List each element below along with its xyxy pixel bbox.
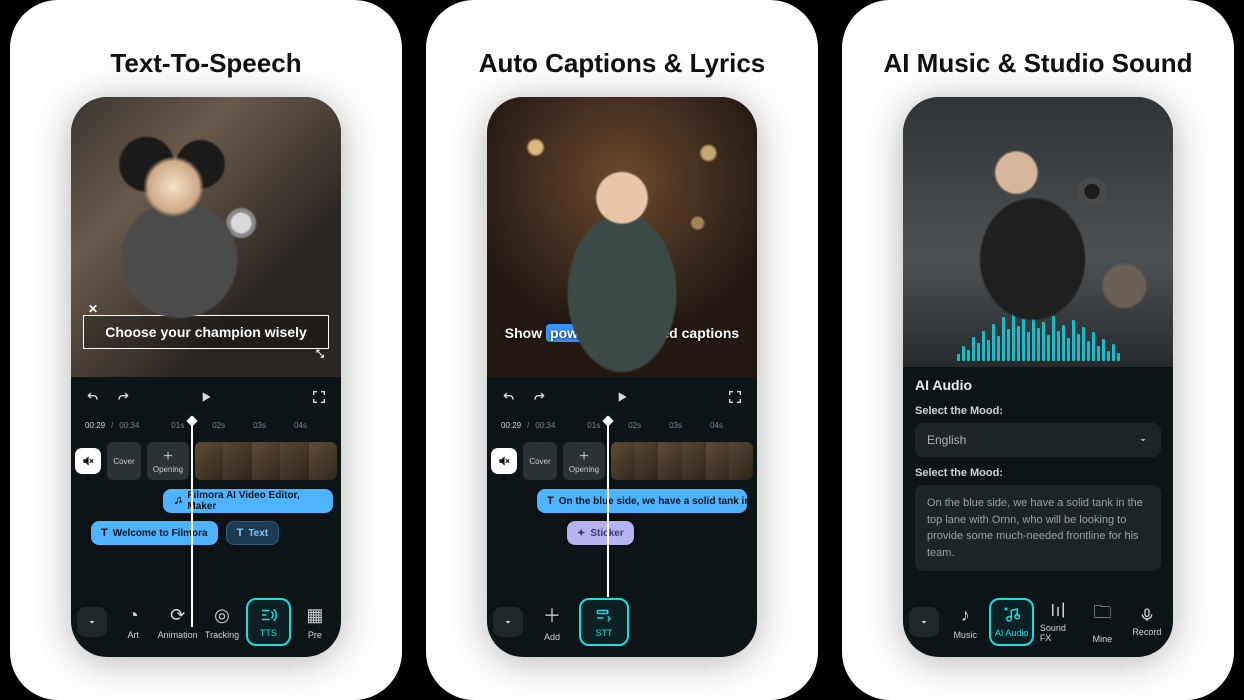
preview-area[interactable]: Show powerful animated captions [487,97,757,377]
text-chip-welcome[interactable]: T Welcome to Filmora [91,521,218,545]
folder-icon: 🗀 [1093,600,1111,630]
mood-label: Select the Mood: [915,405,1161,417]
play-icon[interactable] [614,389,630,405]
redo-icon[interactable] [531,389,547,405]
fullscreen-icon[interactable] [727,389,743,405]
playback-bar [71,377,341,417]
chevron-down-icon [1137,434,1149,446]
toolbar-dropdown[interactable] [909,607,939,637]
target-icon: ◎ [214,605,230,626]
panel-ai-music: AI Music & Studio Sound AI Audio Select … [842,0,1234,700]
close-icon[interactable]: ✕ [88,302,98,316]
tool-art[interactable]: ◔ Art [113,598,153,646]
plus-icon: + [579,449,588,465]
stt-icon [595,606,613,624]
text-overlay[interactable]: ✕ Choose your champion wisely ⤡ [83,315,329,349]
ai-audio-panel: AI Audio Select the Mood: English Select… [903,367,1173,571]
toolbar-dropdown[interactable] [493,607,523,637]
time-ruler: 00:29 / 00:34 01s 02s 03s 04s [71,417,341,433]
resize-icon[interactable]: ⤡ [316,349,324,360]
phone-mock: AI Audio Select the Mood: English Select… [903,97,1173,657]
panel-title: AI Music & Studio Sound [863,48,1212,79]
ai-audio-icon [1003,606,1021,624]
preview-area[interactable] [903,97,1173,367]
tool-mine[interactable]: 🗀 Mine [1082,598,1122,646]
panel-title: Auto Captions & Lyrics [459,48,786,79]
bottom-toolbar: ◔ Art ⟳ Animation ◎ Tracking TTS ▦ Pre [71,595,341,657]
playhead[interactable] [191,421,193,627]
fullscreen-icon[interactable] [311,389,327,405]
palette-icon: ◔ [128,605,139,626]
phone-mock: Show powerful animated captions 00:29 / … [487,97,757,657]
tool-ai-audio[interactable]: AI Audio [989,598,1033,646]
caption-chip[interactable]: T On the blue side, we have a solid tank… [537,489,747,513]
tool-music[interactable]: ♪ Music [945,598,985,646]
undo-icon[interactable] [501,389,517,405]
text-icon: T [101,527,108,539]
mute-button[interactable] [75,448,101,474]
bottom-toolbar: ♪ Music AI Audio Sound FX 🗀 Mine [903,595,1173,657]
music-icon: ♪ [961,605,970,626]
toolbar-dropdown[interactable] [77,607,107,637]
redo-icon[interactable] [115,389,131,405]
tool-tts[interactable]: TTS [246,598,290,646]
play-icon[interactable] [198,389,214,405]
time-current: 00:29 [85,421,105,430]
ai-audio-title: AI Audio [915,377,1161,393]
segment-opening[interactable]: +Opening [147,442,189,480]
playhead[interactable] [607,421,609,597]
waveform [911,311,1165,361]
clip-thumbnails[interactable] [195,442,337,480]
sticker-chip[interactable]: ✦ Sticker [567,521,634,545]
tool-tracking[interactable]: ◎ Tracking [202,598,242,646]
audio-chip[interactable]: Filmora AI Video Editor, Maker [163,489,333,513]
time-total: 00:34 [119,421,139,430]
panel-tts: Text-To-Speech ✕ Choose your champion wi… [10,0,402,700]
sticker-icon: ✦ [577,528,585,539]
segment-cover[interactable]: Cover [523,442,557,480]
timeline[interactable]: Cover +Opening T On the blue side, we ha… [487,433,757,545]
preview-area[interactable]: ✕ Choose your champion wisely ⤡ [71,97,341,377]
ai-text-input[interactable]: On the blue side, we have a solid tank i… [915,485,1161,571]
time-ruler: 00:29 / 00:34 01s 02s 03s 04s [487,417,757,433]
tool-pre[interactable]: ▦ Pre [295,598,335,646]
phone-mock: ✕ Choose your champion wisely ⤡ 00:29 [71,97,341,657]
animation-icon: ⟳ [170,605,185,626]
panel-captions: Auto Captions & Lyrics Show powerful ani… [426,0,818,700]
tool-add[interactable]: ＋ Add [529,598,575,646]
grid-icon: ▦ [306,605,323,626]
mood-select[interactable]: English [915,423,1161,457]
text-icon: T [547,495,554,507]
tool-record[interactable]: Record [1127,598,1167,646]
undo-icon[interactable] [85,389,101,405]
plus-icon: ＋ [543,602,561,628]
plus-icon: + [163,449,172,465]
clip-thumbnails[interactable] [611,442,753,480]
overlay-text: Choose your champion wisely [105,324,307,340]
text-icon: T [237,527,244,539]
mood-label-2: Select the Mood: [915,467,1161,479]
caption-overlay[interactable]: Show powerful animated captions [487,325,757,341]
tool-soundfx[interactable]: Sound FX [1038,598,1078,646]
playback-bar [487,377,757,417]
timeline[interactable]: Cover +Opening Filmora AI Video Editor, … [71,433,341,545]
tool-stt[interactable]: STT [579,598,629,646]
text-chip[interactable]: T Text [226,521,280,545]
segment-cover[interactable]: Cover [107,442,141,480]
tts-icon [259,606,277,624]
segment-opening[interactable]: +Opening [563,442,605,480]
caption-highlight: powerful [546,324,612,342]
equalizer-icon [1049,601,1067,619]
panel-title: Text-To-Speech [90,48,321,79]
mic-icon [1139,607,1155,623]
bottom-toolbar: ＋ Add STT [487,595,757,657]
mute-button[interactable] [491,448,517,474]
